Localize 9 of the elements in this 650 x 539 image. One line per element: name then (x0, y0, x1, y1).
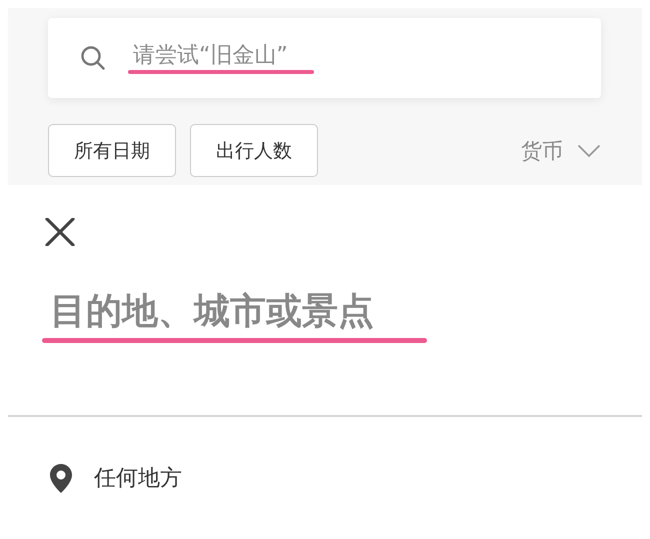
search-field[interactable]: 请尝试“旧金山” (133, 42, 433, 68)
close-icon[interactable] (45, 218, 75, 246)
location-pin-icon (50, 464, 72, 492)
filter-button[interactable]: 所有日期 (48, 124, 176, 177)
filter-button[interactable]: 出行人数 (190, 124, 318, 177)
suggestion-item[interactable]: 任何地方 (50, 463, 642, 493)
destination-field[interactable]: 目的地、城市或景点 (42, 291, 570, 332)
chevron-icon (577, 144, 601, 158)
search-icon (80, 45, 106, 71)
